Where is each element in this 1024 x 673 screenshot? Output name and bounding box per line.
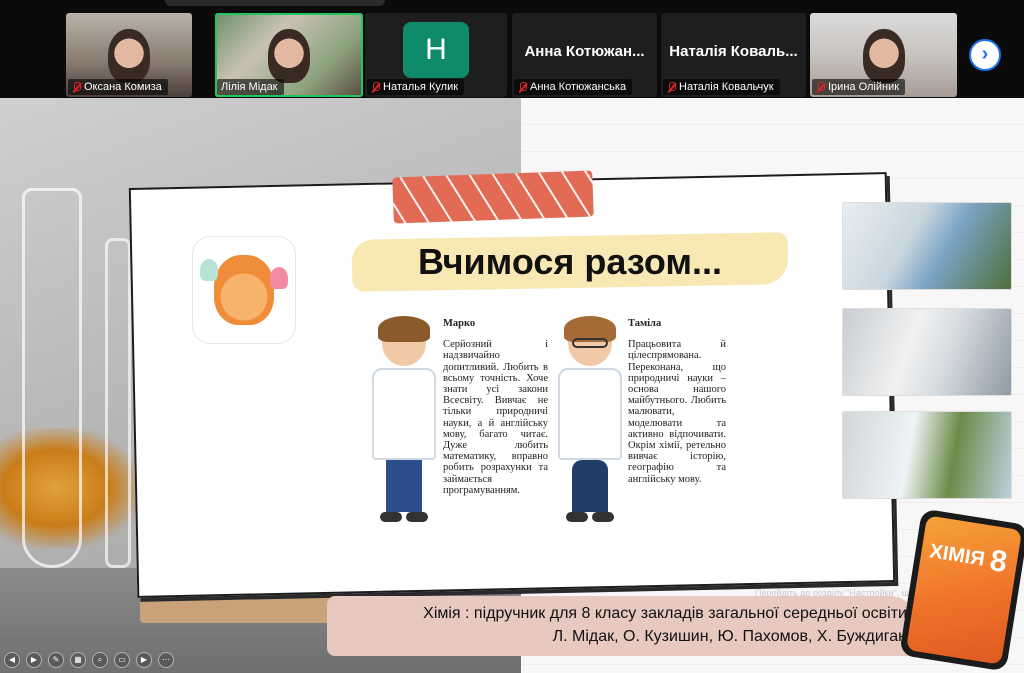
participant-tile[interactable]: Наталія Коваль... Наталія Ковальчук [661,13,806,97]
character-name: Марко [443,318,476,329]
participant-name: Наталія Ковальчук [663,79,780,95]
book-grade: 8 [987,543,1010,580]
chevron-right-icon: › [981,43,989,65]
slides-icon[interactable]: ▦ [70,652,86,668]
students-photo [842,308,1012,396]
mic-muted-icon [816,81,825,93]
subtitles-icon[interactable]: ▭ [114,652,130,668]
participant-video [862,29,905,83]
marko-description: Марко Серйозний і надзвичайно допитливий… [443,318,548,496]
participant-name: Анна Котюжанська [514,79,633,95]
presentation-toolbar: ◀ ▶ ✎ ▦ ⌕ ▭ ▶ ⋯ [0,650,200,670]
textbook-phone-image: ХІМІЯ 8 [899,508,1024,672]
zoom-icon[interactable]: ⌕ [92,652,108,668]
mic-muted-icon [518,81,527,93]
participant-video [268,29,310,83]
slide-title: Вчимося разом... [418,241,722,282]
camera-icon[interactable]: ▶ [136,652,152,668]
participant-tile[interactable]: Оксана Комиза [66,13,192,97]
strip-drag-handle[interactable] [165,0,385,6]
participant-tile[interactable]: Ірина Олійник [810,13,957,97]
caption-line-authors: Л. Мідак, О. Кузишин, Ю. Пахомов, Х. Буж… [552,628,907,645]
tamila-description: Таміла Працьовита й цілеспрямована. Пере… [628,318,726,485]
participant-name: Наталья Кулик [367,79,465,95]
prev-icon[interactable]: ◀ [4,652,20,668]
participant-tile[interactable]: Анна Котюжан... Анна Котюжанська [512,13,657,97]
shared-screen: Вчимося разом... Марко Серйозний і надзв… [0,98,1024,673]
next-participants-button[interactable]: › [969,39,1001,71]
participant-name: Оксана Комиза [68,79,168,95]
pen-icon[interactable]: ✎ [48,652,64,668]
mic-muted-icon [72,81,81,93]
decorative-ribbon [392,170,594,224]
participant-video [108,29,150,83]
next-icon[interactable]: ▶ [26,652,42,668]
mic-muted-icon [667,81,676,93]
participants-strip: Оксана Комиза Лілія Мідак H Наталья Кули… [0,0,1024,98]
textbook-caption: Хімія : підручник для 8 класу закладів з… [327,596,919,656]
participant-name: Ірина Олійник [812,79,906,95]
students-photo [842,202,1012,290]
character-name: Таміла [628,318,662,329]
participant-display-name: Анна Котюжан... [524,43,645,60]
participant-avatar: H [403,22,469,78]
cat-scientist-illustration [192,236,296,344]
participant-display-name: Наталія Коваль... [669,43,798,60]
participant-tile[interactable]: H Наталья Кулик [365,13,507,97]
more-icon[interactable]: ⋯ [158,652,174,668]
character-text: Серйозний і надзвичайно допитливий. Люби… [443,339,548,496]
participant-tile-active[interactable]: Лілія Мідак [215,13,363,97]
book-title: ХІМІЯ [927,540,987,571]
mic-muted-icon [371,81,380,93]
character-text: Працьовита й цілеспрямована. Переконана,… [628,339,726,485]
caption-line-title: Хімія : підручник для 8 класу закладів з… [423,605,907,622]
participant-name: Лілія Мідак [217,79,284,95]
students-photo [842,411,1012,499]
